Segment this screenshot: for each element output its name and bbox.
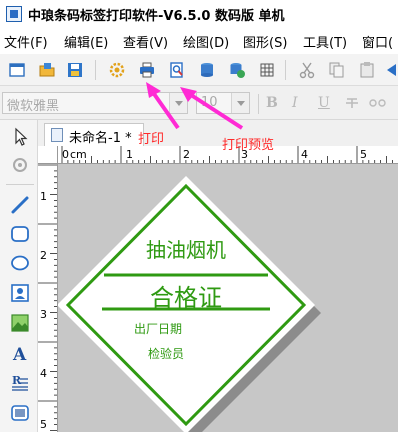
annotation-preview-label: 打印预览 (222, 138, 275, 153)
arrow-to-print (150, 89, 180, 130)
arrowhead-preview (180, 87, 197, 102)
annotation-arrows (146, 82, 244, 130)
annotation-print-label: 打印 (138, 132, 165, 147)
arrow-to-preview (186, 91, 244, 130)
